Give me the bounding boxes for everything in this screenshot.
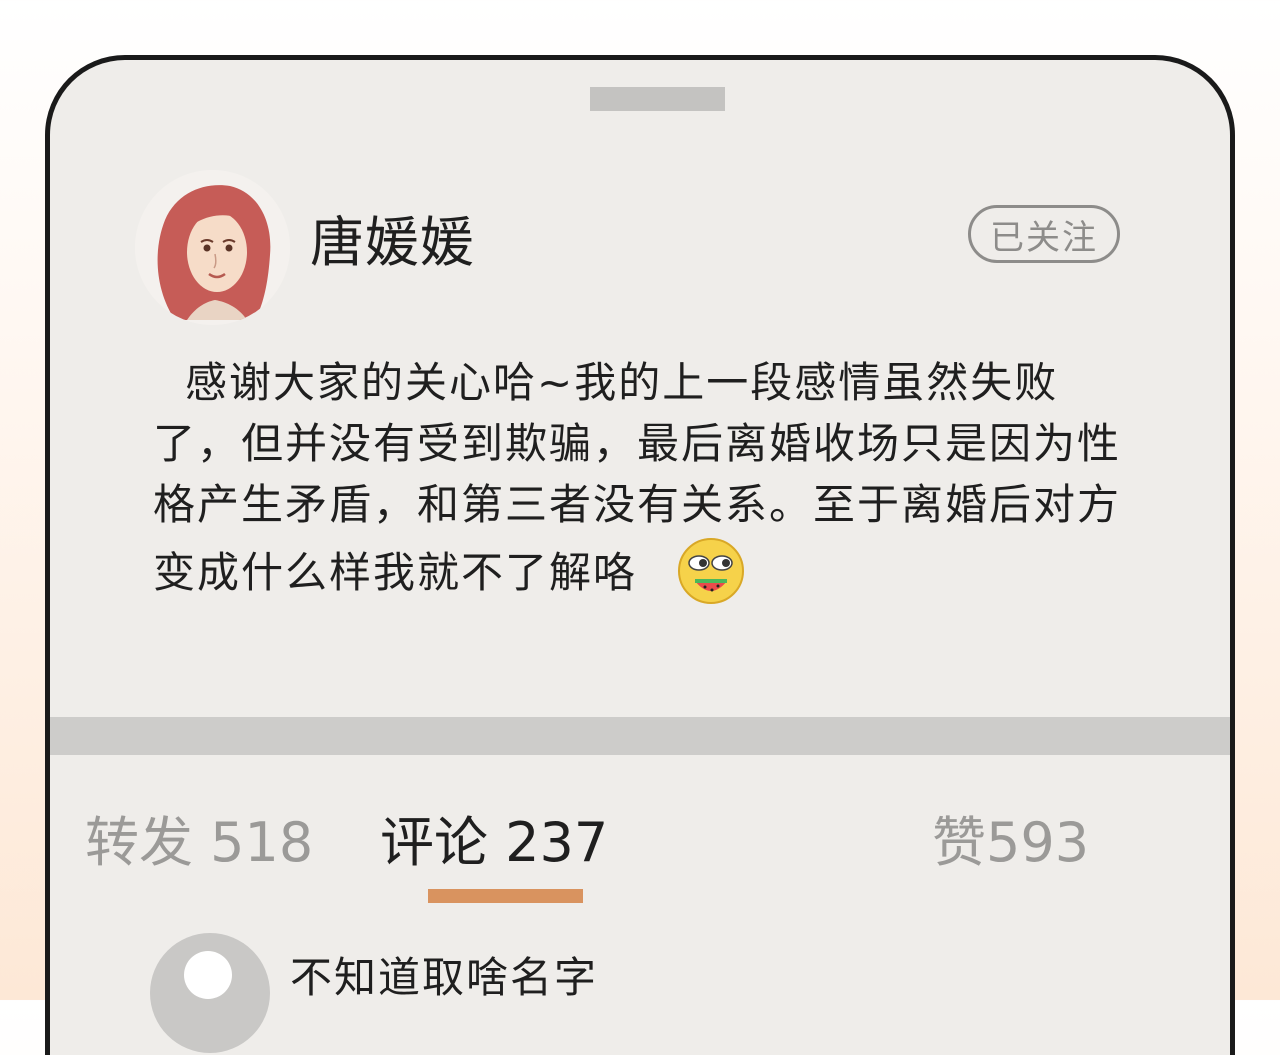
- commenter-avatar[interactable]: [150, 933, 270, 1053]
- tab-like[interactable]: 赞593: [932, 808, 1089, 878]
- tab-comment[interactable]: 评论 237: [380, 808, 608, 878]
- default-avatar-icon: [184, 951, 232, 999]
- section-divider: [50, 717, 1230, 755]
- active-tab-indicator: [428, 889, 583, 903]
- eating-watermelon-emoji-icon: [643, 535, 745, 607]
- username[interactable]: 唐媛媛: [310, 208, 475, 278]
- notch-bar: [590, 87, 725, 111]
- post-body: 感谢大家的关心哈~我的上一段感情虽然失败了，但并没有受到欺骗，最后离婚收场只是因…: [153, 358, 1122, 597]
- avatar-woman-red-hair-icon: [135, 170, 290, 325]
- commenter-name[interactable]: 不知道取啥名字: [290, 948, 598, 1008]
- tab-repost[interactable]: 转发 518: [85, 808, 313, 878]
- follow-button[interactable]: 已关注: [968, 205, 1120, 263]
- phone-frame: 唐媛媛 已关注 感谢大家的关心哈~我的上一段感情虽然失败了，但并没有受到欺骗，最…: [45, 55, 1235, 1055]
- avatar[interactable]: [135, 170, 290, 325]
- post-text: 感谢大家的关心哈~我的上一段感情虽然失败了，但并没有受到欺骗，最后离婚收场只是因…: [153, 352, 1133, 607]
